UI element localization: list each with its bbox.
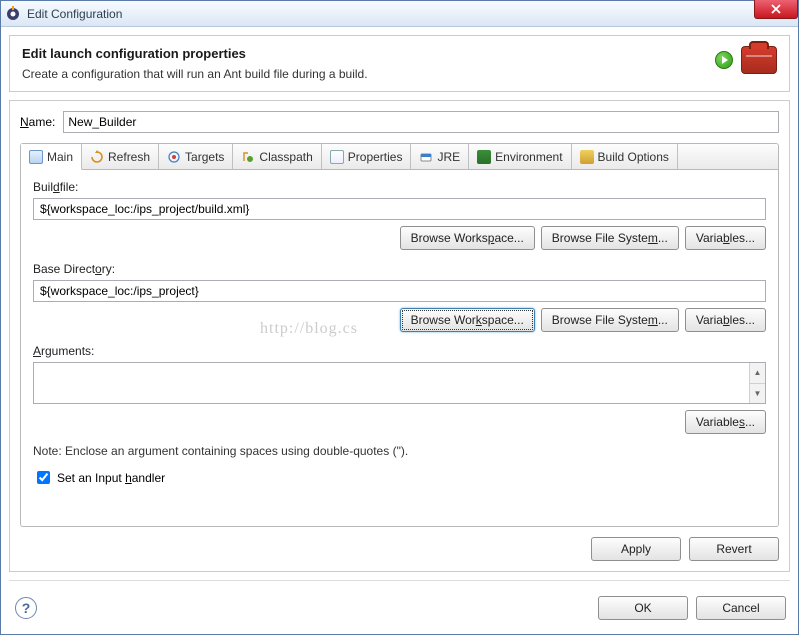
titlebar-title: Edit Configuration [27,7,122,21]
buildfile-browse-workspace-button[interactable]: Browse Workspace... [400,226,535,250]
revert-button[interactable]: Revert [689,537,779,561]
name-label: Name: [20,115,55,129]
basedir-input[interactable] [33,280,766,302]
app-icon [5,6,21,22]
tab-refresh[interactable]: Refresh [82,144,159,169]
basedir-browse-filesystem-button[interactable]: Browse File System... [541,308,679,332]
basedir-browse-workspace-button[interactable]: Browse Workspace... [400,308,535,332]
apply-row: Apply Revert [20,537,779,561]
arguments-label: Arguments: [33,344,766,358]
buildfile-browse-filesystem-button[interactable]: Browse File System... [541,226,679,250]
buildfile-variables-button[interactable]: Variables... [685,226,766,250]
tab-properties[interactable]: Properties [322,144,412,169]
tabs-container: Main Refresh Targets Classpath Propertie… [20,143,779,527]
titlebar[interactable]: Edit Configuration [1,1,798,27]
buildfile-label: Buildfile: [33,180,766,194]
dialog-window: Edit Configuration Edit launch configura… [0,0,799,635]
header-title: Edit launch configuration properties [22,46,368,61]
tab-classpath[interactable]: Classpath [233,144,321,169]
arguments-spinner: ▲ ▼ [749,363,765,403]
arguments-field-wrap: ▲ ▼ [33,362,766,404]
footer: ? OK Cancel [9,580,790,626]
basedir-label: Base Directory: [33,262,766,276]
name-row: Name: [20,111,779,133]
tab-targets[interactable]: Targets [159,144,233,169]
tab-build-options[interactable]: Build Options [572,144,678,169]
properties-icon [330,150,344,164]
spinner-up[interactable]: ▲ [750,363,765,384]
body-area: Name: Main Refresh Targets Classpath Pro… [9,100,790,572]
header-subtitle: Create a configuration that will run an … [22,67,368,81]
cancel-button[interactable]: Cancel [696,596,786,620]
run-icon [715,51,733,69]
arguments-variables-button[interactable]: Variables... [685,410,766,434]
tab-strip: Main Refresh Targets Classpath Propertie… [21,144,778,170]
targets-icon [167,150,181,164]
tab-jre[interactable]: JRE [411,144,469,169]
ok-button[interactable]: OK [598,596,688,620]
tab-environment[interactable]: Environment [469,144,571,169]
arguments-note: Note: Enclose an argument containing spa… [33,444,766,458]
name-input[interactable] [63,111,779,133]
tab-content-main: Buildfile: Browse Workspace... Browse Fi… [21,170,778,526]
input-handler-label[interactable]: Set an Input handler [57,471,165,485]
input-handler-row: Set an Input handler [33,468,766,487]
buildfile-input[interactable] [33,198,766,220]
apply-button[interactable]: Apply [591,537,681,561]
toolbox-icon [741,46,777,74]
close-button[interactable] [754,0,798,19]
build-options-icon [580,150,594,164]
spinner-down[interactable]: ▼ [750,384,765,404]
tab-main[interactable]: Main [21,144,82,170]
jre-icon [419,150,433,164]
help-button[interactable]: ? [15,597,37,619]
header-panel: Edit launch configuration properties Cre… [9,35,790,92]
close-icon [771,4,781,14]
environment-icon [477,150,491,164]
arguments-input[interactable] [34,363,749,403]
input-handler-checkbox[interactable] [37,471,50,484]
refresh-icon [90,150,104,164]
main-icon [29,150,43,164]
basedir-variables-button[interactable]: Variables... [685,308,766,332]
classpath-icon [241,150,255,164]
